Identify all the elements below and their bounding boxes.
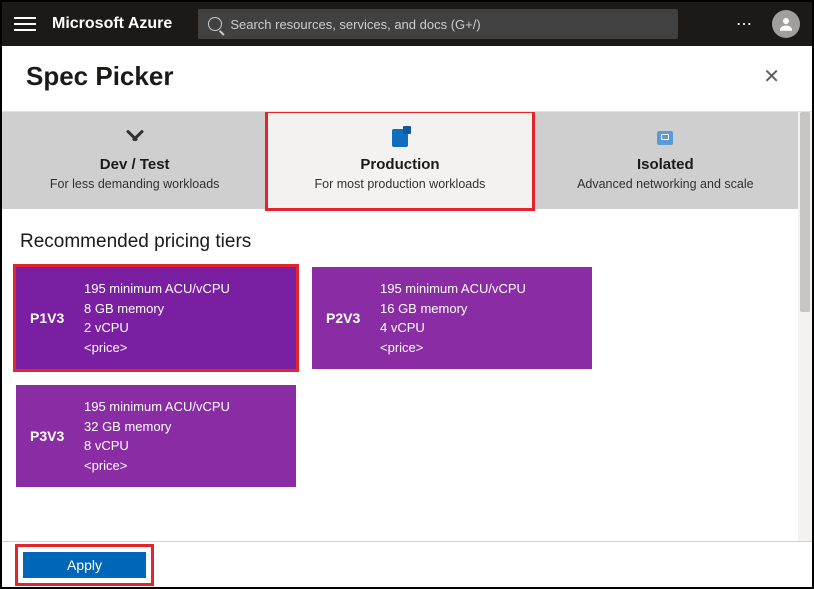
content-scroll: Dev / Test For less demanding workloads … [2, 111, 812, 542]
search-icon [208, 17, 222, 31]
blade-header: Spec Picker ✕ [2, 46, 812, 111]
page-title: Spec Picker [26, 61, 173, 92]
brand-label: Microsoft Azure [52, 15, 172, 33]
section-title: Recommended pricing tiers [2, 209, 798, 267]
tab-dev-test[interactable]: Dev / Test For less demanding workloads [2, 112, 267, 209]
server-icon [392, 129, 408, 147]
apply-button[interactable]: Apply [23, 552, 146, 578]
tier-cpu: 2 vCPU [84, 318, 230, 338]
tier-memory: 16 GB memory [380, 299, 526, 319]
scrollbar[interactable] [798, 112, 812, 542]
tier-price: <price> [380, 338, 526, 358]
tab-title: Production [275, 156, 524, 173]
scrollbar-thumb[interactable] [800, 112, 810, 312]
tier-card-p2v3[interactable]: P2V3 195 minimum ACU/vCPU 16 GB memory 4… [312, 267, 592, 369]
tab-subtitle: Advanced networking and scale [541, 177, 790, 191]
tools-icon [125, 128, 145, 148]
avatar[interactable] [772, 10, 800, 38]
tab-title: Isolated [541, 156, 790, 173]
tier-sku: P1V3 [30, 310, 84, 326]
tier-memory: 8 GB memory [84, 299, 230, 319]
bottom-toolbar: Apply [2, 541, 812, 587]
tier-specs: 195 minimum ACU/vCPU 16 GB memory 4 vCPU… [380, 279, 526, 357]
tier-memory: 32 GB memory [84, 417, 230, 437]
isolated-icon [657, 131, 673, 145]
tier-sku: P2V3 [326, 310, 380, 326]
more-icon[interactable]: ⋯ [736, 14, 754, 34]
tier-card-p1v3[interactable]: P1V3 195 minimum ACU/vCPU 8 GB memory 2 … [16, 267, 296, 369]
tab-title: Dev / Test [10, 156, 259, 173]
apply-highlight: Apply [18, 547, 151, 583]
tier-cpu: 8 vCPU [84, 436, 230, 456]
search-placeholder: Search resources, services, and docs (G+… [230, 17, 480, 32]
workload-tabs: Dev / Test For less demanding workloads … [2, 112, 798, 209]
tier-acu: 195 minimum ACU/vCPU [84, 279, 230, 299]
search-input[interactable]: Search resources, services, and docs (G+… [198, 9, 678, 39]
tier-acu: 195 minimum ACU/vCPU [380, 279, 526, 299]
tier-sku: P3V3 [30, 428, 84, 444]
tier-specs: 195 minimum ACU/vCPU 32 GB memory 8 vCPU… [84, 397, 230, 475]
menu-icon[interactable] [14, 13, 36, 35]
tab-subtitle: For less demanding workloads [10, 177, 259, 191]
tab-subtitle: For most production workloads [275, 177, 524, 191]
global-topbar: Microsoft Azure Search resources, servic… [2, 2, 812, 46]
tier-acu: 195 minimum ACU/vCPU [84, 397, 230, 417]
tab-isolated[interactable]: Isolated Advanced networking and scale [533, 112, 798, 209]
tier-specs: 195 minimum ACU/vCPU 8 GB memory 2 vCPU … [84, 279, 230, 357]
tier-price: <price> [84, 456, 230, 476]
tier-card-p3v3[interactable]: P3V3 195 minimum ACU/vCPU 32 GB memory 8… [16, 385, 296, 487]
user-icon [777, 15, 795, 33]
tier-price: <price> [84, 338, 230, 358]
tier-cpu: 4 vCPU [380, 318, 526, 338]
close-icon[interactable]: ✕ [755, 60, 788, 93]
tab-production[interactable]: Production For most production workloads [267, 112, 532, 209]
pricing-tiers-grid: P1V3 195 minimum ACU/vCPU 8 GB memory 2 … [2, 267, 798, 487]
